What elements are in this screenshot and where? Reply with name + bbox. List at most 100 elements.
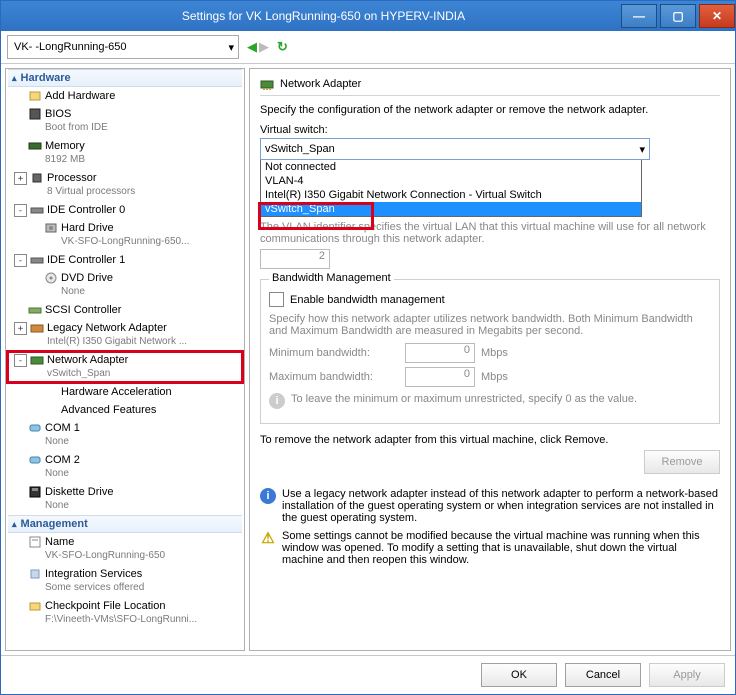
tree-item[interactable]: Checkpoint File LocationF:\Vineeth-VMs\S… — [8, 597, 242, 629]
virtual-switch-combo[interactable]: vSwitch_Span ▾ — [260, 138, 650, 160]
tree-item[interactable]: +Processor8 Virtual processors — [8, 169, 242, 201]
max-bandwidth-label: Maximum bandwidth: — [269, 371, 399, 383]
virtual-switch-value: vSwitch_Span — [265, 143, 335, 155]
tree-sublabel: F:\Vineeth-VMs\SFO-LongRunni... — [45, 613, 197, 627]
ok-button[interactable]: OK — [481, 663, 557, 687]
tree-item[interactable]: DVD DriveNone — [8, 269, 242, 301]
tree-icon — [28, 89, 42, 103]
virtual-switch-dropdown[interactable]: Not connectedVLAN-4Intel(R) I350 Gigabit… — [260, 160, 642, 217]
legacy-adapter-info: Use a legacy network adapter instead of … — [282, 488, 720, 524]
tree-item[interactable]: +Legacy Network AdapterIntel(R) I350 Gig… — [8, 319, 242, 351]
tree-icon — [28, 421, 42, 435]
tree-icon — [28, 535, 42, 549]
tree-label: Processor — [47, 171, 135, 185]
title-bar: Settings for VK LongRunning-650 on HYPER… — [1, 1, 735, 31]
tree-item[interactable]: NameVK-SFO-LongRunning-650 — [8, 533, 242, 565]
expand-toggle — [14, 108, 25, 119]
tree-label: Hard Drive — [61, 221, 189, 235]
expand-toggle — [14, 422, 25, 433]
tree-item[interactable]: Add Hardware — [8, 87, 242, 105]
tree-sublabel: VK-SFO-LongRunning-650 — [45, 549, 165, 563]
tree-icon — [44, 385, 58, 399]
tree-sublabel: None — [45, 499, 113, 513]
tree-item[interactable]: COM 1None — [8, 419, 242, 451]
tree-item[interactable]: Hard DriveVK-SFO-LongRunning-650... — [8, 219, 242, 251]
remove-description: To remove the network adapter from this … — [260, 434, 720, 446]
bandwidth-legend: Bandwidth Management — [269, 272, 394, 284]
tree-icon — [28, 453, 42, 467]
tree-label: Diskette Drive — [45, 485, 113, 499]
tree-icon — [30, 253, 44, 267]
tree-sublabel: None — [45, 435, 80, 449]
tree-label: Integration Services — [45, 567, 144, 581]
maximize-button[interactable]: ▢ — [660, 4, 696, 28]
tree-icon — [28, 139, 42, 153]
tree-item[interactable]: Diskette DriveNone — [8, 483, 242, 515]
tree-icon — [28, 599, 42, 613]
tree-icon — [28, 567, 42, 581]
minimize-button[interactable]: — — [621, 4, 657, 28]
expand-toggle — [30, 404, 41, 415]
tree-label: Checkpoint File Location — [45, 599, 197, 613]
chevron-down-icon: ▾ — [639, 143, 645, 156]
tree-item[interactable]: -IDE Controller 0 — [8, 201, 242, 219]
expand-toggle — [30, 272, 41, 283]
mbps-label: Mbps — [481, 347, 508, 359]
tree-item[interactable]: SCSI Controller — [8, 301, 242, 319]
tree-icon — [28, 107, 42, 121]
expand-toggle — [14, 90, 25, 101]
close-button[interactable]: ✕ — [699, 4, 735, 28]
tree-sublabel: None — [61, 285, 113, 299]
tree-label: Memory — [45, 139, 85, 153]
dropdown-option[interactable]: Not connected — [261, 160, 641, 174]
collapse-icon[interactable]: ▴ — [12, 519, 17, 530]
dropdown-option[interactable]: Intel(R) I350 Gigabit Network Connection… — [261, 188, 641, 202]
selection-highlight — [6, 350, 244, 384]
dropdown-option[interactable]: VLAN-4 — [261, 174, 641, 188]
tree-icon — [30, 171, 44, 185]
expand-toggle — [30, 222, 41, 233]
settings-tree[interactable]: ▴HardwareAdd HardwareBIOSBoot from IDEMe… — [5, 68, 245, 651]
tree-item[interactable]: Memory8192 MB — [8, 137, 242, 169]
min-bandwidth-input: 0 — [405, 343, 475, 363]
hardware-section[interactable]: Hardware — [21, 72, 71, 84]
tree-label: DVD Drive — [61, 271, 113, 285]
expand-toggle — [14, 486, 25, 497]
tree-icon — [30, 203, 44, 217]
tree-item[interactable]: -Network AdaptervSwitch_Span — [8, 351, 242, 383]
tree-item[interactable]: Hardware Acceleration — [8, 383, 242, 401]
enable-bandwidth-checkbox[interactable] — [269, 292, 284, 307]
warning-icon: ⚠ — [260, 530, 276, 546]
network-adapter-icon — [260, 77, 274, 91]
expand-toggle[interactable]: - — [14, 254, 27, 267]
expand-toggle — [14, 600, 25, 611]
tree-icon — [30, 321, 44, 335]
expand-toggle[interactable]: - — [14, 204, 27, 217]
enable-bandwidth-label: Enable bandwidth management — [290, 294, 445, 306]
tree-label: COM 1 — [45, 421, 80, 435]
chevron-down-icon: ▾ — [228, 41, 234, 54]
content-panel: Network Adapter Specify the configuratio… — [249, 68, 731, 651]
tree-item[interactable]: BIOSBoot from IDE — [8, 105, 242, 137]
remove-button: Remove — [644, 450, 720, 474]
nav-back-button[interactable]: ◀ — [247, 39, 257, 55]
expand-toggle — [14, 140, 25, 151]
expand-toggle — [14, 304, 25, 315]
tree-icon — [44, 271, 58, 285]
tree-label: Name — [45, 535, 165, 549]
management-section[interactable]: Management — [21, 518, 88, 530]
cancel-button[interactable]: Cancel — [565, 663, 641, 687]
expand-toggle — [14, 536, 25, 547]
tree-sublabel: Intel(R) I350 Gigabit Network ... — [47, 335, 187, 349]
tree-item[interactable]: -IDE Controller 1 — [8, 251, 242, 269]
info-icon: i — [269, 393, 285, 409]
tree-item[interactable]: Integration ServicesSome services offere… — [8, 565, 242, 597]
tree-item[interactable]: Advanced Features — [8, 401, 242, 419]
expand-toggle[interactable]: + — [14, 172, 27, 185]
refresh-button[interactable]: ↻ — [277, 39, 288, 55]
expand-toggle[interactable]: + — [14, 322, 27, 335]
vm-selector[interactable]: VK- -LongRunning-650 ▾ — [7, 35, 239, 59]
tree-item[interactable]: COM 2None — [8, 451, 242, 483]
collapse-icon[interactable]: ▴ — [12, 73, 17, 84]
max-bandwidth-input: 0 — [405, 367, 475, 387]
